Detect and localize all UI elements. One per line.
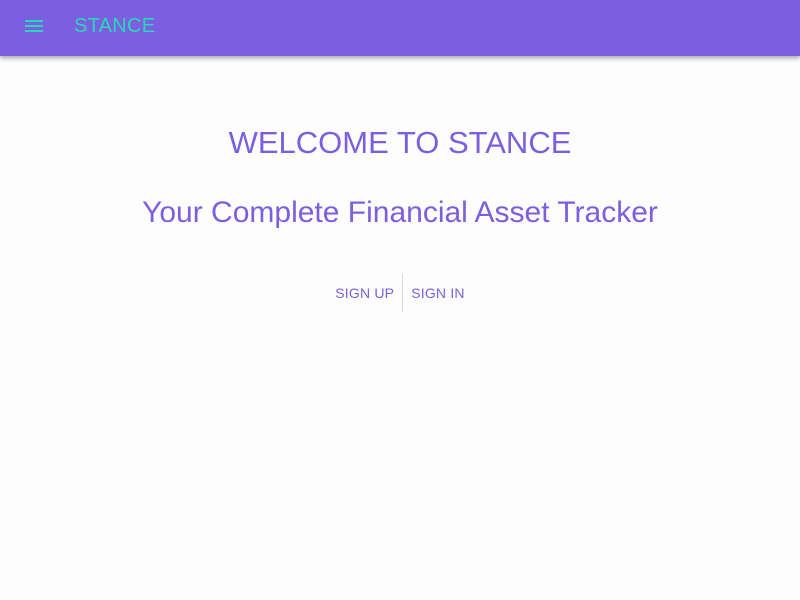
- auth-button-group: SIGN UP SIGN IN: [0, 274, 800, 312]
- tagline-heading: Your Complete Financial Asset Tracker: [142, 196, 658, 229]
- welcome-heading: WELCOME TO STANCE: [228, 125, 572, 160]
- menu-button[interactable]: [20, 12, 48, 40]
- sign-up-button[interactable]: SIGN UP: [327, 274, 402, 312]
- hamburger-menu-icon: [25, 20, 43, 32]
- brand-title[interactable]: STANCE: [74, 13, 155, 39]
- sign-in-button[interactable]: SIGN IN: [403, 274, 473, 312]
- main-content: WELCOME TO STANCE Your Complete Financia…: [0, 56, 800, 600]
- app-bar: STANCE: [0, 0, 800, 56]
